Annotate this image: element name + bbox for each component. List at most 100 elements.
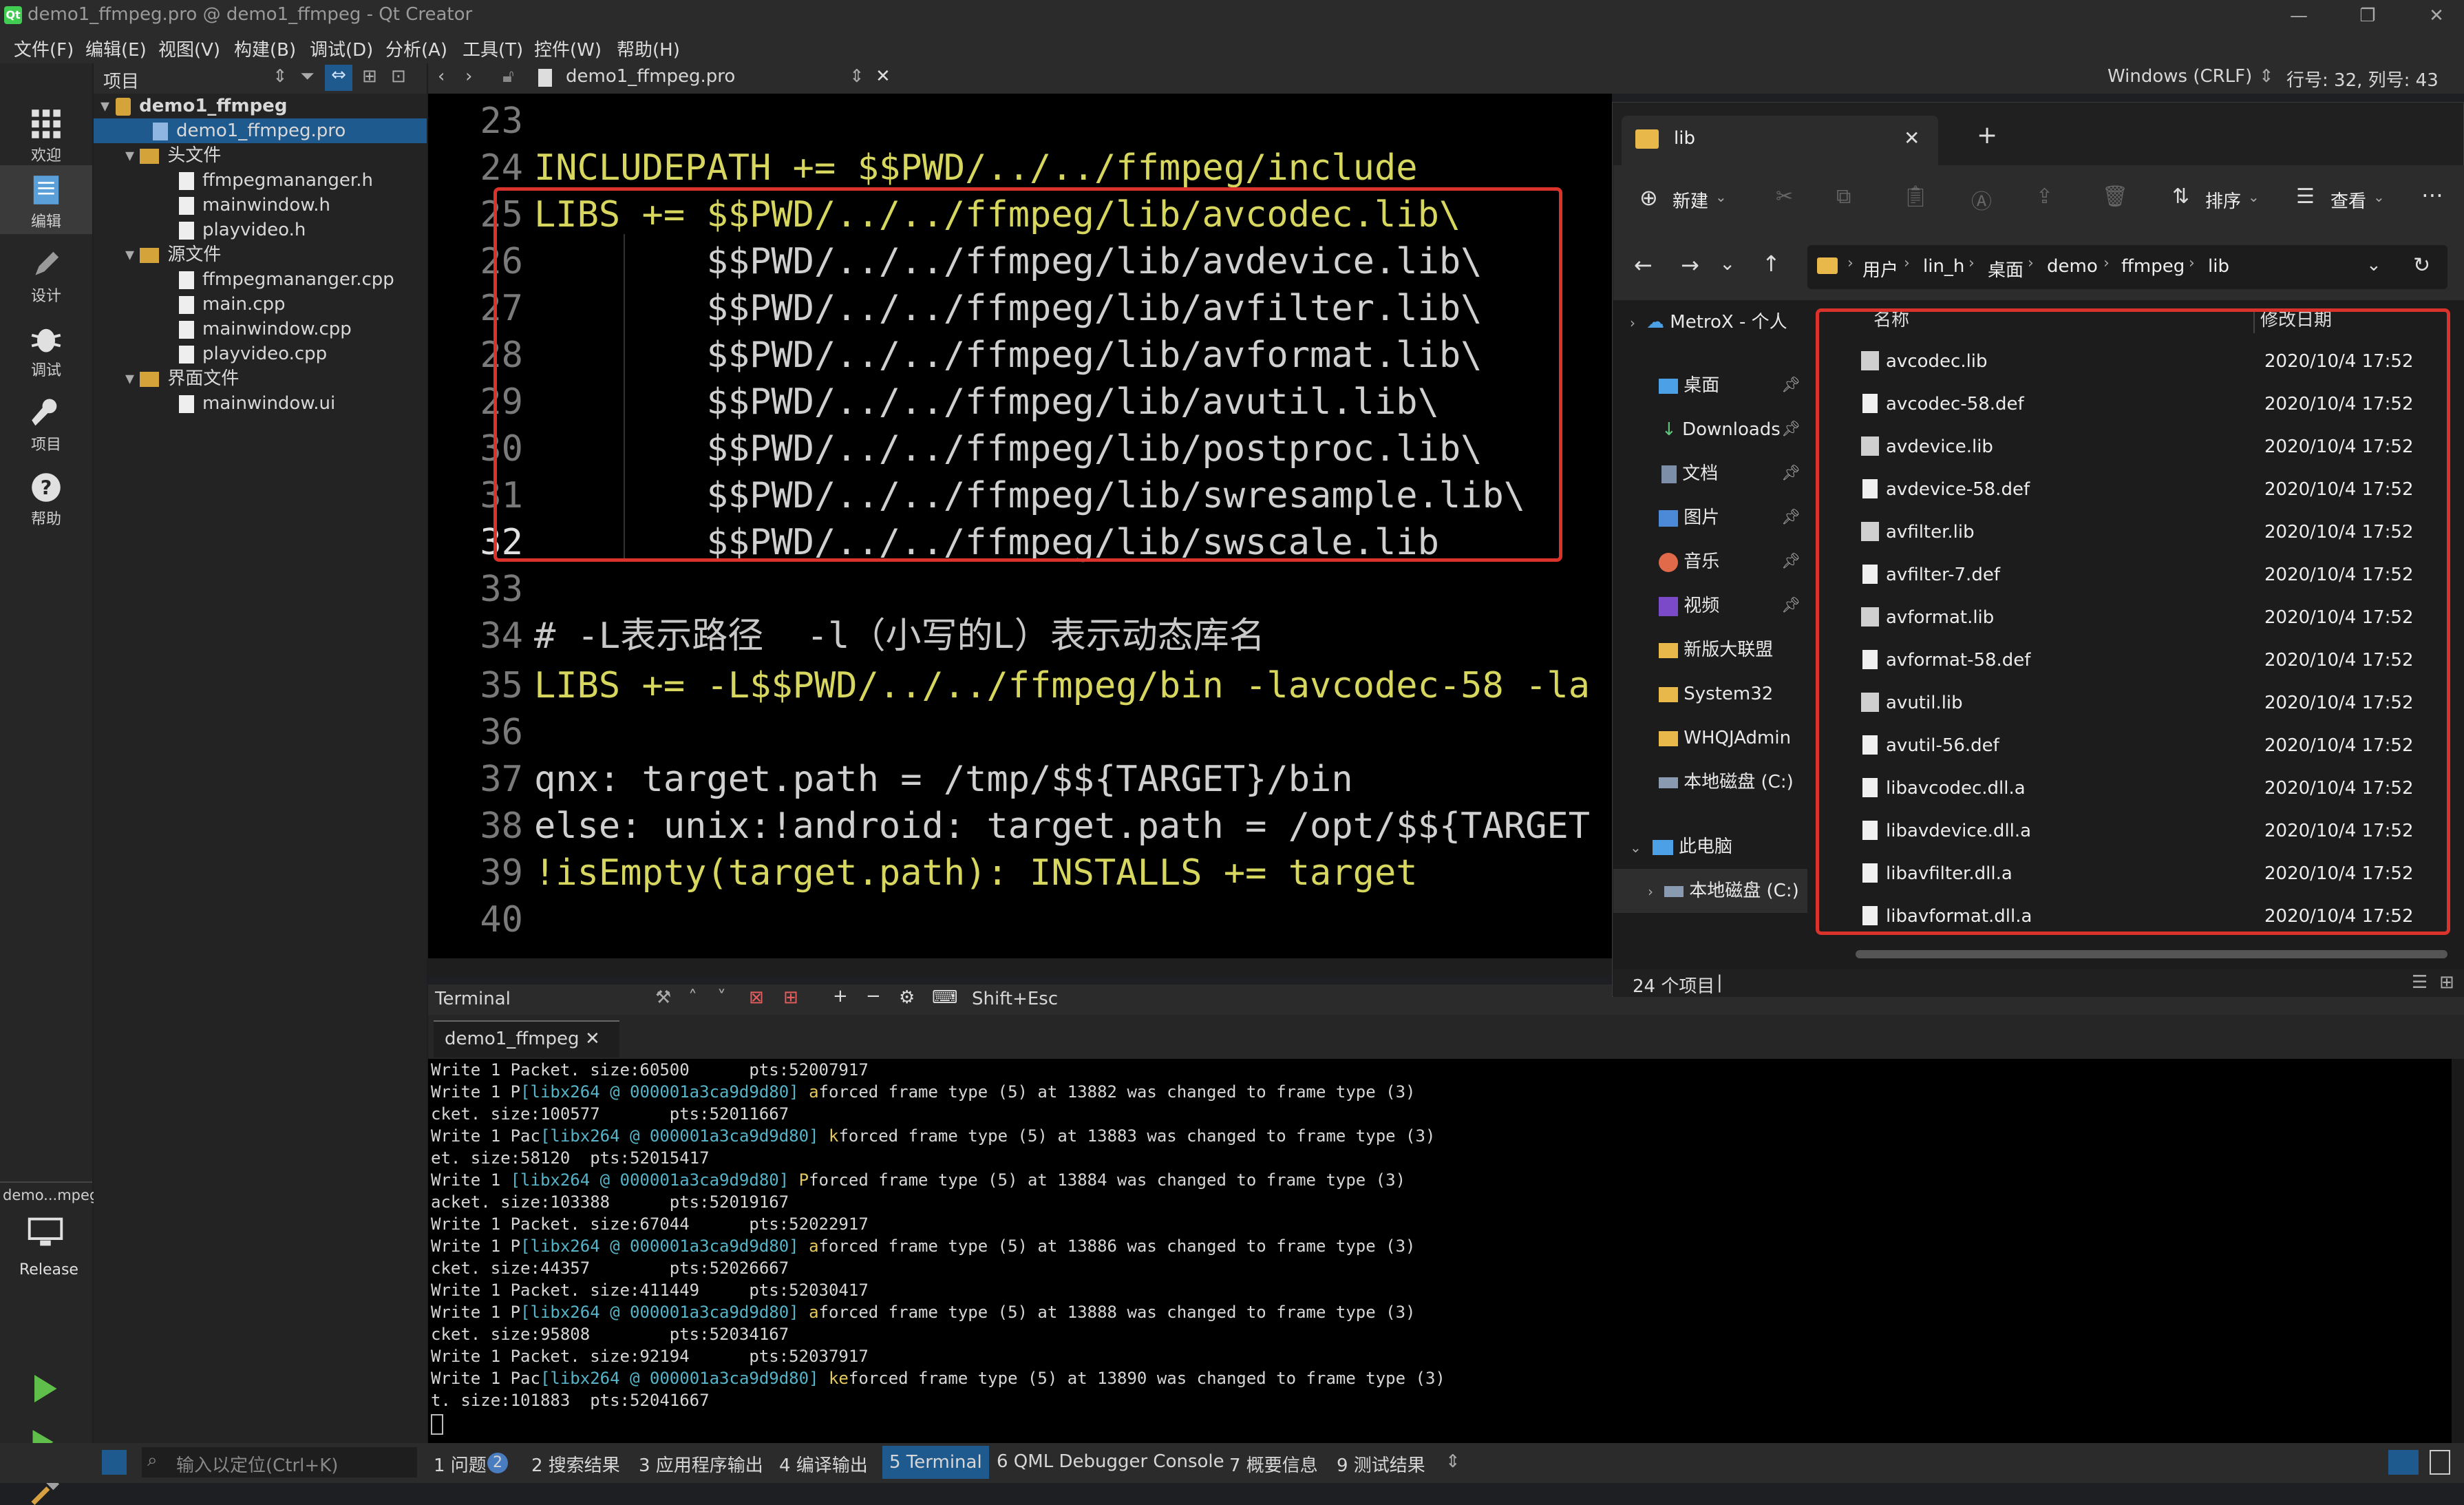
pin-icon[interactable]: 📌︎ <box>1781 540 1801 584</box>
mode-edit[interactable]: 编辑 <box>0 165 92 234</box>
pin-icon[interactable]: 📌︎ <box>1781 364 1801 408</box>
menu-debug[interactable]: 调试(D) <box>310 36 373 61</box>
menu-edit[interactable]: 编辑(E) <box>85 36 147 61</box>
tab-app-output[interactable]: 3 应用程序输出 <box>639 1451 763 1477</box>
close-icon[interactable]: ✕ <box>585 1029 600 1049</box>
share-icon[interactable]: ⇪ <box>2036 185 2053 209</box>
tab-compile-output[interactable]: 4 编译输出 <box>779 1451 868 1477</box>
tab-issues[interactable]: 1 问题 <box>434 1451 487 1477</box>
keyboard-icon[interactable]: ⌨ <box>932 987 958 1008</box>
menu-build[interactable]: 构建(B) <box>234 36 296 61</box>
tree-item[interactable]: playvideo.cpp <box>94 341 427 366</box>
down-arrow-icon[interactable]: ˅ <box>717 987 726 1008</box>
refresh-icon[interactable]: ↻ <box>2413 253 2430 277</box>
tree-item[interactable]: ▾ demo1_ffmpeg <box>94 94 427 118</box>
back-arrow-icon[interactable]: ← <box>1634 252 1653 278</box>
dropdown-arrow-icon[interactable]: ⇕ <box>273 66 288 87</box>
mode-welcome[interactable]: 欢迎 <box>0 99 92 168</box>
terminal-tab[interactable]: demo1_ffmpeg ✕ <box>434 1020 619 1057</box>
sidebar-item-documents[interactable]: 文档 📌︎ <box>1613 452 1807 496</box>
pin-icon[interactable]: 📌︎ <box>1781 452 1801 496</box>
dropdown-arrow-icon[interactable]: ⇕ <box>2259 66 2274 87</box>
terminal-output[interactable]: Write 1 Packet. size:60500 pts:52007917 … <box>428 1059 2452 1443</box>
tab-summary[interactable]: 7 概要信息 <box>1229 1451 1318 1477</box>
rename-icon[interactable]: Ⓐ <box>1971 185 1992 215</box>
sidebar-item-pictures[interactable]: 图片 📌︎ <box>1613 496 1807 540</box>
back-arrow-icon[interactable]: ‹ <box>438 66 445 87</box>
forward-arrow-icon[interactable]: › <box>465 66 472 87</box>
tree-item[interactable]: mainwindow.ui <box>94 391 427 416</box>
breadcrumb-item[interactable]: lib <box>2208 256 2229 277</box>
run-icon[interactable] <box>28 1371 62 1406</box>
tiles-view-icon[interactable]: ⊞ <box>2439 972 2454 993</box>
monitor-icon[interactable] <box>28 1217 63 1248</box>
menu-analyze[interactable]: 分析(A) <box>385 36 447 61</box>
tree-item[interactable]: main.cpp <box>94 292 427 317</box>
view-icon[interactable]: ☰ <box>2296 185 2315 209</box>
breadcrumb-item[interactable]: 桌面 <box>1988 256 2024 282</box>
new-button[interactable]: 新建 <box>1672 187 1708 213</box>
tree-item[interactable]: ▾ 头文件 <box>94 143 427 168</box>
mode-projects[interactable]: 项目 <box>0 388 92 457</box>
tree-item[interactable]: demo1_ffmpeg.pro <box>94 118 427 143</box>
close-icon[interactable]: ✕ <box>875 66 891 87</box>
tree-item[interactable]: ▾ 界面文件 <box>94 366 427 391</box>
new-terminal-icon[interactable]: ⊞ <box>783 987 798 1008</box>
details-view-icon[interactable]: ☰ <box>2412 972 2428 993</box>
filter-icon[interactable]: ⏷ <box>300 66 315 87</box>
menu-controls[interactable]: 控件(W) <box>534 36 602 61</box>
recent-dropdown-icon[interactable]: ⌄ <box>1719 252 1735 275</box>
plus-circle-icon[interactable]: ⊕ <box>1639 185 1658 211</box>
breadcrumb-item[interactable]: 用户 <box>1862 256 1898 282</box>
maximize-icon[interactable]: ❐ <box>2340 0 2395 32</box>
line-ending[interactable]: Windows (CRLF) <box>2107 66 2252 87</box>
up-arrow-icon[interactable]: ↑ <box>1762 251 1781 277</box>
sort-button[interactable]: 排序 <box>2205 187 2241 213</box>
panel-toggle-icon[interactable] <box>2388 1450 2419 1475</box>
menu-file[interactable]: 文件(F) <box>14 36 74 61</box>
tree-item[interactable]: ffmpegmananger.cpp <box>94 267 427 292</box>
breadcrumb-item[interactable]: lin_h <box>1923 256 1964 277</box>
pin-icon[interactable]: 📌︎ <box>1781 584 1801 628</box>
sidebar-toggle-icon[interactable] <box>102 1450 127 1475</box>
mode-help[interactable]: ? 帮助 <box>0 463 92 532</box>
paste-icon[interactable]: 📋︎ <box>1902 185 1929 209</box>
address-bar[interactable]: › 用户 › lin_h › 桌面 › demo › ffmpeg › lib … <box>1807 245 2447 289</box>
sidebar-item-folder[interactable]: System32 <box>1613 672 1807 716</box>
horizontal-scrollbar[interactable] <box>1856 950 2447 958</box>
menu-help[interactable]: 帮助(H) <box>617 36 680 61</box>
horizontal-scrollbar[interactable] <box>428 958 1612 976</box>
more-icon[interactable]: ⋯ <box>2421 182 2443 208</box>
tool-icon[interactable]: ⚒ <box>655 987 671 1008</box>
mode-debug[interactable]: 调试 <box>0 314 92 383</box>
copy-icon[interactable]: ⧉ <box>1836 185 1851 209</box>
pin-icon[interactable]: 📌︎ <box>1781 496 1801 540</box>
tab-terminal[interactable]: 5 Terminal <box>882 1446 989 1479</box>
sidebar-right-icon[interactable] <box>2430 1450 2450 1475</box>
clear-icon[interactable]: ⊠ <box>749 987 764 1008</box>
sidebar-item-drive[interactable]: › 本地磁盘 (C:) <box>1613 869 1807 913</box>
tree-item[interactable]: playvideo.h <box>94 218 427 242</box>
tree-item[interactable]: ▾ 源文件 <box>94 242 427 267</box>
sidebar-item-desktop[interactable]: 桌面 📌︎ <box>1613 364 1807 408</box>
sort-icon[interactable]: ⇅ <box>2172 185 2189 209</box>
view-button[interactable]: 查看 <box>2330 187 2366 213</box>
sidebar-item-videos[interactable]: 视频 📌︎ <box>1613 584 1807 628</box>
sidebar-item-this-pc[interactable]: ⌄ 此电脑 <box>1613 825 1807 869</box>
gear-icon[interactable]: ⚙ <box>899 987 915 1008</box>
close-icon[interactable]: ✕ <box>1904 127 1920 149</box>
sidebar-item-music[interactable]: 音乐 📌︎ <box>1613 540 1807 584</box>
forward-arrow-icon[interactable]: → <box>1681 252 1699 278</box>
explorer-tab[interactable]: lib ✕ <box>1622 116 1938 165</box>
menu-tools[interactable]: 工具(T) <box>463 36 523 61</box>
mode-design[interactable]: 设计 <box>0 240 92 308</box>
tree-item[interactable]: mainwindow.cpp <box>94 317 427 341</box>
breadcrumb-item[interactable]: demo <box>2047 256 2098 277</box>
tree-item[interactable]: mainwindow.h <box>94 193 427 218</box>
chevron-down-icon[interactable]: ⌄ <box>2366 255 2381 275</box>
locator-input[interactable]: ⌕ 输入以定位(Ctrl+K) <box>142 1447 417 1477</box>
link-icon[interactable]: ⇔ <box>325 65 352 91</box>
sidebar-item-downloads[interactable]: ↓ Downloads 📌︎ <box>1613 408 1807 452</box>
breadcrumb-item[interactable]: ffmpeg <box>2121 256 2185 277</box>
editor-file-tab[interactable]: demo1_ffmpeg.pro <box>566 66 735 87</box>
